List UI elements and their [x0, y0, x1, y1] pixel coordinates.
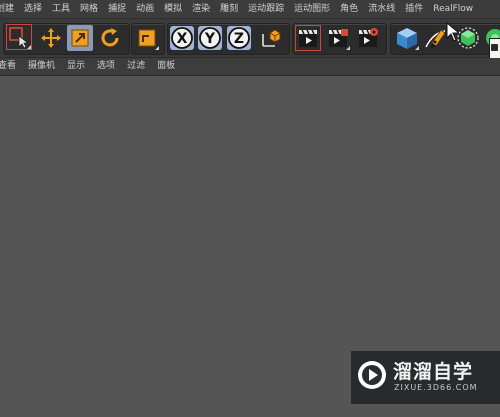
menu-mesh[interactable]: 网格 [76, 0, 102, 18]
coordinate-system-button[interactable] [258, 25, 284, 51]
watermark-logo-icon [358, 361, 386, 389]
viewport-menu-camera[interactable]: 摄像机 [22, 58, 61, 75]
recent-object-button[interactable] [134, 25, 160, 51]
live-selection-button[interactable] [6, 24, 32, 50]
viewport-menu-filter[interactable]: 过滤 [121, 58, 151, 75]
render-picture-viewer-button[interactable] [325, 25, 351, 51]
menu-motion-tracking[interactable]: 运动跟踪 [244, 0, 288, 18]
scale-button[interactable] [67, 25, 93, 51]
render-settings-button[interactable] [355, 25, 381, 51]
watermark-url: ZIXUE.3D66.COM [394, 383, 478, 392]
menu-snap[interactable]: 捕捉 [104, 0, 130, 18]
rotate-button[interactable] [97, 25, 123, 51]
tooltip-glyph [491, 44, 498, 51]
main-toolbar: X Y Z [0, 19, 500, 58]
subdivision-icon [457, 27, 479, 49]
main-menu-bar: 创建 选择 工具 网格 捕捉 动画 模拟 渲染 雕刻 运动跟踪 运动图形 角色 … [0, 0, 500, 19]
viewport-menu-bar: 查看 摄像机 显示 选项 过滤 面板 [0, 58, 500, 76]
viewport-menu-view[interactable]: 查看 [0, 58, 22, 75]
coordinate-system-icon [262, 29, 281, 47]
menu-pipeline[interactable]: 流水线 [364, 0, 399, 18]
move-icon [41, 28, 61, 48]
menu-sculpt[interactable]: 雕刻 [216, 0, 242, 18]
scale-icon [71, 29, 89, 47]
menu-mograph[interactable]: 运动图形 [290, 0, 334, 18]
x-axis-icon: X [170, 26, 194, 50]
z-axis-icon: Z [227, 26, 251, 50]
menu-realflow[interactable]: RealFlow [429, 0, 477, 18]
watermark-title: 溜溜自学 [393, 361, 474, 383]
menu-create[interactable]: 创建 [0, 0, 18, 18]
cube-button[interactable] [394, 25, 420, 51]
menu-render[interactable]: 渲染 [188, 0, 214, 18]
menu-plugins[interactable]: 插件 [401, 0, 427, 18]
menu-select[interactable]: 选择 [20, 0, 46, 18]
render-settings-icon [359, 28, 378, 47]
submenu-triangle-icon [415, 46, 419, 50]
render-view-icon [299, 29, 317, 47]
render-view-button[interactable] [295, 25, 321, 51]
menu-character[interactable]: 角色 [336, 0, 362, 18]
viewport-menu-display[interactable]: 显示 [61, 58, 91, 75]
menu-simulate[interactable]: 模拟 [160, 0, 186, 18]
submenu-triangle-icon [346, 46, 350, 50]
z-axis-label: Z [234, 31, 244, 47]
viewport-menu-panel[interactable]: 面板 [151, 58, 181, 75]
y-axis-button[interactable]: Y [197, 25, 223, 51]
subdivision-button[interactable] [455, 25, 481, 51]
rotate-icon [101, 28, 119, 47]
z-axis-button[interactable]: Z [226, 25, 252, 51]
x-axis-label: X [177, 31, 188, 47]
viewport-menu-options[interactable]: 选项 [91, 58, 121, 75]
move-button[interactable] [38, 25, 64, 51]
submenu-triangle-icon [27, 45, 31, 49]
x-axis-button[interactable]: X [169, 25, 195, 51]
menu-animate[interactable]: 动画 [132, 0, 158, 18]
y-axis-icon: Y [198, 26, 222, 50]
y-axis-label: Y [204, 31, 216, 47]
submenu-triangle-icon [155, 46, 159, 50]
menu-tools[interactable]: 工具 [48, 0, 74, 18]
